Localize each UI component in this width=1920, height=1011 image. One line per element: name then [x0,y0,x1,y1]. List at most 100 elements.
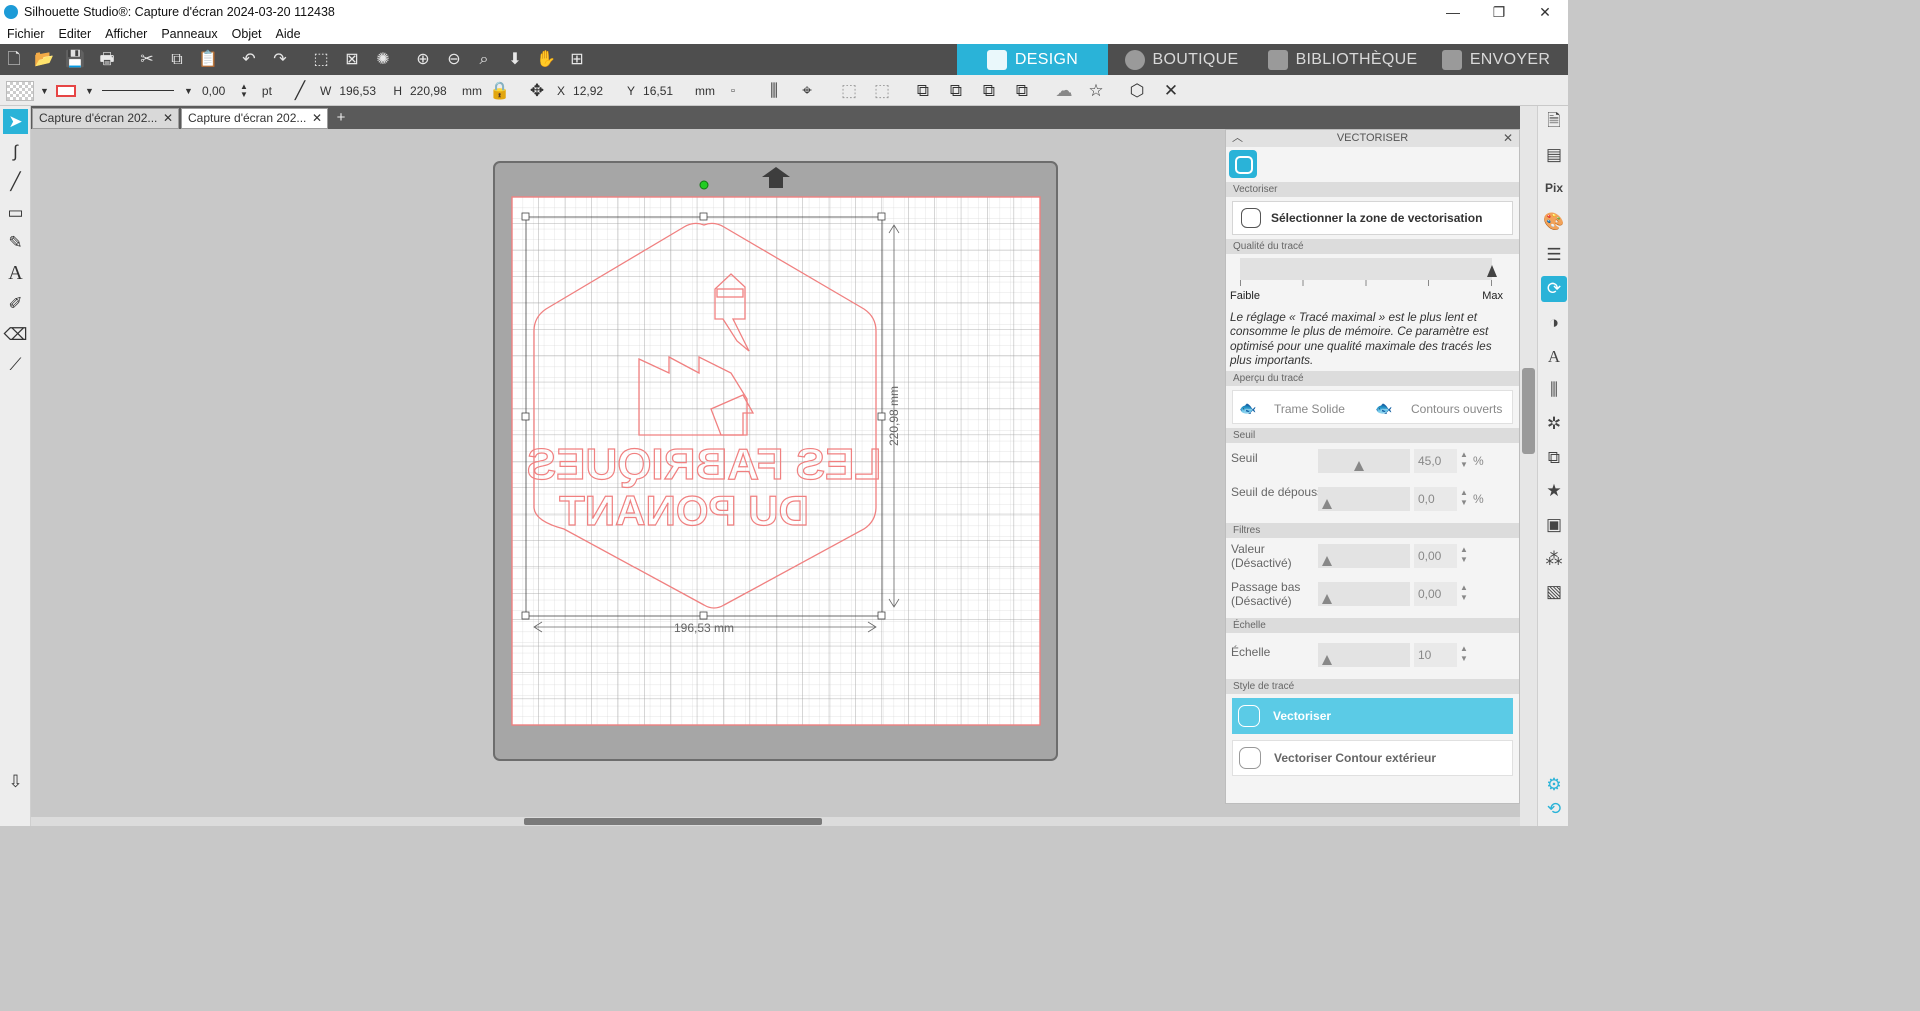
undo-icon[interactable]: ↶ [239,50,259,70]
sketch-icon[interactable]: ⁂ [1541,546,1567,572]
paste-icon[interactable]: 📋 [198,50,218,70]
menu-editer[interactable]: Editer [52,27,99,41]
seuil-slider[interactable] [1318,449,1410,474]
collapse-chevron-icon[interactable]: ︿ [1232,130,1243,147]
save-icon[interactable]: 💾 [65,50,85,70]
close-tab-icon[interactable]: ✕ [163,109,173,128]
lock-aspect-icon[interactable]: 🔒 [489,80,511,102]
redo-icon[interactable]: ↷ [270,50,290,70]
line-style-icon[interactable]: ☰ [1541,242,1567,268]
doc-tab-2[interactable]: Capture d'écran 202... ✕ [181,108,328,129]
deselect-icon[interactable]: ⊠ [342,50,362,70]
star-shape-icon[interactable]: ☆ [1085,80,1107,102]
line-draw-icon[interactable]: ╱ [3,169,28,194]
media-roll-icon[interactable]: ▤ [1541,142,1567,168]
valeur-spinner[interactable]: ▲ ▼ [1460,545,1468,565]
zoom-in-icon[interactable]: ⊕ [413,50,433,70]
fill-palette-icon[interactable]: 🎨 [1541,209,1567,235]
menu-aide[interactable]: Aide [269,27,308,41]
echelle-spinner[interactable]: ▲ ▼ [1460,644,1468,664]
depoussierage-field[interactable]: 0,0 [1414,487,1457,512]
print-icon[interactable]: 🖶 [97,50,117,70]
horizontal-scrollbar[interactable] [31,817,1520,826]
group-icon[interactable]: ⬚ [838,80,860,102]
depoussierage-spinner[interactable]: ▲ ▼ [1460,488,1468,508]
sync-icon[interactable]: ⟲ [1541,796,1567,822]
seuil-field[interactable]: 45,0 [1414,449,1457,474]
3d-box-icon[interactable]: ⬡ [1126,80,1148,102]
shadow-icon[interactable]: ◑ [1541,310,1567,336]
tab-bibliotheque[interactable]: BIBLIOTHÈQUE [1255,44,1430,75]
menu-panneaux[interactable]: Panneaux [154,27,224,41]
trame-solide-option[interactable]: Trame Solide [1274,402,1345,416]
seuil-spinner[interactable]: ▲ ▼ [1460,450,1468,470]
y-field[interactable]: 16,51 [639,81,691,101]
quality-slider[interactable] [1240,258,1492,280]
select-arrow-icon[interactable]: ➤ [3,109,28,134]
cut-icon[interactable]: ✂ [137,50,157,70]
menu-objet[interactable]: Objet [225,27,269,41]
passage-bas-field[interactable]: 0,00 [1414,582,1457,607]
vscroll-thumb[interactable] [1522,368,1535,454]
add-tab-icon[interactable]: + [331,108,351,129]
line-style-dropdown[interactable]: ▼ [102,75,193,106]
quality-slider-thumb[interactable] [1487,265,1497,277]
import-panel-icon[interactable]: ⇩ [3,769,28,794]
zoom-selection-icon[interactable]: ⌕ [474,50,494,70]
page-setup-icon[interactable]: 🗎 [1541,108,1567,134]
copy-icon[interactable]: ⧉ [167,50,187,70]
move-down-icon[interactable]: ⬇ [505,50,525,70]
open-folder-icon[interactable]: 📂 [34,50,54,70]
hatch-fill-icon[interactable]: ▧ [1541,579,1567,605]
minimize-button[interactable]: — [1430,0,1476,24]
send-back-icon[interactable]: ⧉ [1011,80,1033,102]
menu-fichier[interactable]: Fichier [0,27,52,41]
rectangle-icon[interactable]: ▭ [3,200,28,225]
image-effects-icon[interactable]: ▣ [1541,512,1567,538]
contours-ouverts-option[interactable]: Contours ouverts [1411,402,1502,416]
send-backward-icon[interactable]: ⧉ [978,80,1000,102]
maximize-button[interactable]: ❐ [1476,0,1522,24]
eraser-icon[interactable]: ⌫ [3,322,28,347]
vectoriser-contour-button[interactable]: Vectoriser Contour extérieur [1232,740,1513,777]
ungroup-icon[interactable]: ⬚ [871,80,893,102]
text-tool-icon[interactable]: A [3,261,28,286]
settings-gear-icon[interactable]: ⚙ [1541,772,1567,798]
bring-front-icon[interactable]: ⧉ [912,80,934,102]
knife-icon[interactable]: ⟋ [3,352,28,377]
close-panel-icon[interactable]: ✕ [1503,130,1513,147]
passage-bas-slider[interactable] [1318,582,1410,607]
width-field[interactable]: 196,53 [335,81,387,101]
x-field[interactable]: 12,92 [569,81,621,101]
pencil-icon[interactable]: ✎ [3,230,28,255]
close-tab-icon[interactable]: ✕ [312,109,322,128]
offset-star-icon[interactable]: ★ [1541,478,1567,504]
delete-x-icon[interactable]: ✕ [1160,80,1182,102]
pan-hand-icon[interactable]: ✋ [536,50,556,70]
fill-pattern-swatch[interactable]: ▼ [6,75,49,106]
text-style-icon[interactable]: A [1541,344,1567,370]
menu-afficher[interactable]: Afficher [98,27,154,41]
depoussierage-slider[interactable] [1318,487,1410,512]
line-color-swatch[interactable]: ▼ [56,75,94,106]
center-page-icon[interactable]: ⌖ [796,80,818,102]
hscroll-thumb[interactable] [524,818,822,825]
close-window-button[interactable]: ✕ [1522,0,1568,24]
new-file-icon[interactable]: 🗋 [4,50,24,70]
tab-envoyer[interactable]: ENVOYER [1430,44,1562,75]
select-all-icon[interactable]: ⬚ [311,50,331,70]
trace-panel-toggle-icon[interactable]: ⟳ [1541,276,1567,302]
reference-point-icon[interactable]: ▫ [722,80,744,102]
valeur-slider[interactable] [1318,544,1410,569]
weld-icon[interactable]: ☁ [1053,80,1075,102]
valeur-field[interactable]: 0,00 [1414,544,1457,569]
echelle-slider[interactable] [1318,643,1410,668]
align-icon[interactable]: ⫼ [763,80,785,102]
fill-edit-icon[interactable]: ✐ [3,291,28,316]
fit-page-icon[interactable]: ⊞ [567,50,587,70]
tab-boutique[interactable]: BOUTIQUE [1108,44,1255,75]
tab-design[interactable]: DESIGN [957,44,1108,75]
line-width-field[interactable]: 0,00 ▲ ▼ pt [198,75,272,106]
height-field[interactable]: 220,98 [406,81,458,101]
bring-forward-icon[interactable]: ⧉ [945,80,967,102]
